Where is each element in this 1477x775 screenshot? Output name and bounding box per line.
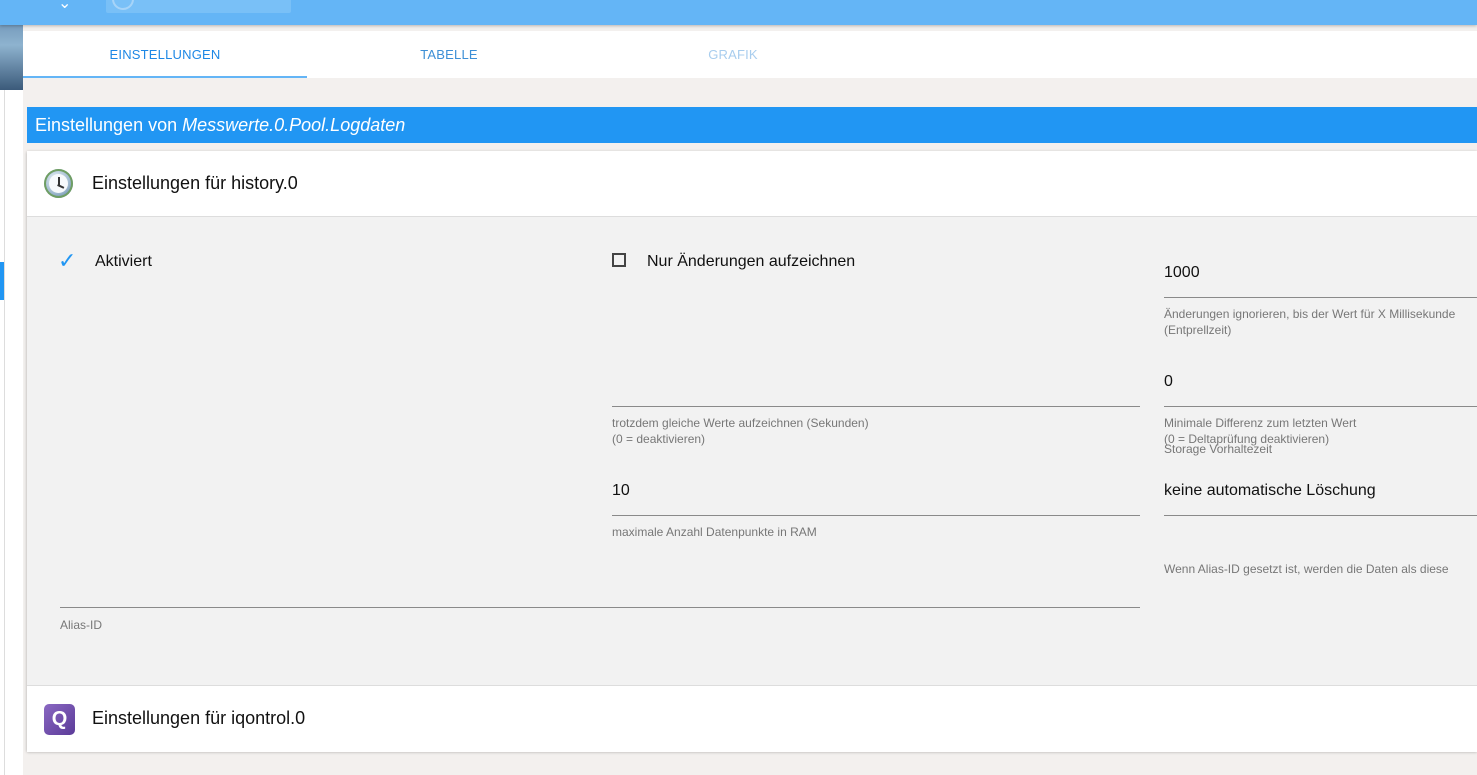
- min-diff-help: Minimale Differenz zum letzten Wert: [1164, 416, 1357, 430]
- active-tab-indicator: [23, 76, 307, 78]
- settings-card: Einstellungen für history.0 ✓ Aktiviert …: [27, 151, 1477, 752]
- debounce-help: Änderungen ignorieren, bis der Wert für …: [1164, 307, 1456, 321]
- alias-help: Wenn Alias-ID gesetzt ist, werden die Da…: [1164, 562, 1449, 576]
- section-header-iqontrol[interactable]: Q Einstellungen für iqontrol.0: [27, 685, 1477, 752]
- max-points-help: maximale Anzahl Datenpunkte in RAM: [612, 525, 817, 539]
- clock-icon: [44, 169, 73, 198]
- object-id: Messwerte.0.Pool.Logdaten: [182, 115, 406, 135]
- search-input[interactable]: [106, 0, 291, 13]
- same-values-help: trotzdem gleiche Werte aufzeichnen (Seku…: [612, 416, 869, 430]
- page-title: Einstellungen von Messwerte.0.Pool.Logda…: [27, 107, 1477, 143]
- max-points-field[interactable]: 10: [612, 482, 630, 500]
- debounce-field[interactable]: 1000: [1164, 264, 1200, 282]
- debounce-help-2: (Entprellzeit): [1164, 323, 1232, 337]
- changes-only-checkbox[interactable]: [612, 253, 626, 267]
- alias-id-input[interactable]: [60, 607, 1140, 608]
- retention-select[interactable]: keine automatische Löschung: [1164, 482, 1376, 500]
- chevron-down-icon[interactable]: ⌄: [58, 0, 74, 12]
- enabled-label: Aktiviert: [95, 253, 152, 270]
- tab-table[interactable]: TABELLE: [307, 31, 591, 78]
- section-header-history[interactable]: Einstellungen für history.0: [27, 151, 1477, 217]
- tab-bar: EINSTELLUNGEN TABELLE GRAFIK: [23, 31, 1477, 78]
- divider: [4, 90, 5, 775]
- same-values-help-2: (0 = deaktivieren): [612, 432, 706, 446]
- alias-id-label: Alias-ID: [60, 618, 103, 632]
- left-background-strip: [0, 0, 23, 775]
- retention-underline: [1164, 515, 1477, 516]
- tab-chart[interactable]: GRAFIK: [591, 31, 875, 78]
- max-points-underline: [612, 515, 1140, 516]
- section-title-iqontrol: Einstellungen für iqontrol.0: [92, 708, 306, 728]
- iqontrol-icon: Q: [44, 704, 75, 735]
- min-diff-underline: [1164, 406, 1477, 407]
- debounce-underline: [1164, 297, 1477, 298]
- tab-settings[interactable]: EINSTELLUNGEN: [23, 31, 307, 78]
- top-app-bar: ⌄: [0, 0, 1477, 25]
- section-title-history: Einstellungen für history.0: [92, 173, 298, 193]
- selection-marker: [0, 262, 4, 300]
- same-values-underline: [612, 406, 1140, 407]
- retention-label: Storage Vorhaltezeit: [1164, 442, 1273, 456]
- page-title-prefix: Einstellungen von: [35, 115, 178, 135]
- min-diff-field[interactable]: 0: [1164, 373, 1173, 391]
- changes-only-label: Nur Änderungen aufzeichnen: [647, 253, 856, 270]
- enabled-checkbox[interactable]: ✓: [58, 250, 78, 272]
